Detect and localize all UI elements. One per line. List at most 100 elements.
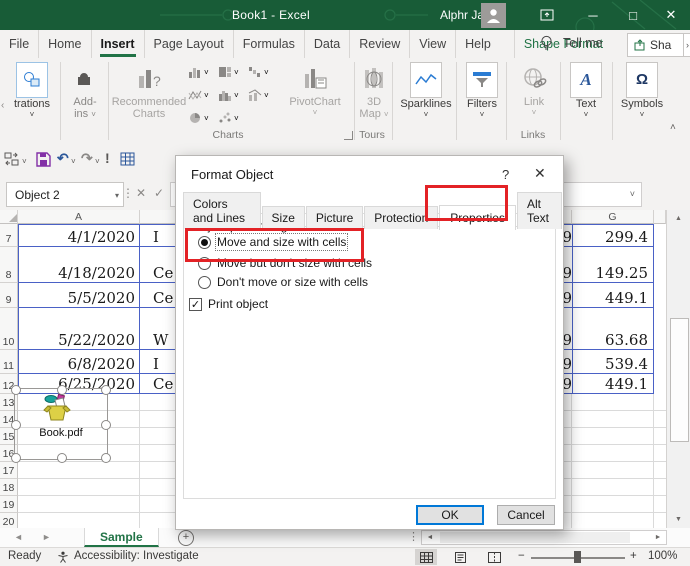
link-button[interactable]: Link ˅ [510,62,558,117]
pie-chart-type-button[interactable]: ˅ [188,112,209,124]
cell-g10[interactable]: 63.68 [572,308,654,350]
new-sheet-button[interactable]: + [178,530,194,546]
tab-page-layout[interactable]: Page Layout [144,30,233,58]
empty-cell[interactable] [18,496,140,513]
cell-g7[interactable]: 299.4 [572,224,654,247]
tab-help[interactable]: Help [455,30,500,58]
sparklines-button[interactable]: Sparklines ˅ [396,62,456,119]
formula-bar-expand-chevron[interactable]: ˅ [630,189,635,199]
zoom-slider-thumb[interactable] [574,551,581,563]
undo-button[interactable]: ↶ [57,150,69,167]
dialog-tab-properties[interactable]: Properties [439,205,516,230]
scatter-chart-type-button[interactable]: ˅ [218,112,239,124]
radio-move-but-dont-size-with-cells[interactable]: Move but don't size with cells [198,256,372,270]
zoom-level[interactable]: 100% [648,550,677,562]
row-header-11[interactable]: 11 [0,350,18,374]
cancel-entry-icon[interactable]: ✕ [136,186,146,200]
dialog-tab-alt-text[interactable]: Alt Text [517,192,562,229]
maximize-button[interactable]: □ [618,0,648,30]
hierarchy-chart-type-button[interactable]: ˅ [218,66,239,78]
column-header-h[interactable] [654,210,666,224]
tab-home[interactable]: Home [38,30,90,58]
tab-review[interactable]: Review [349,30,409,58]
empty-cell[interactable] [654,496,666,513]
add-ins-button[interactable]: Add- ins ˅ [63,62,107,120]
column-chart-type-button[interactable]: ˅ [188,66,209,78]
vertical-scrollbar[interactable]: ▲ ▼ [666,210,690,528]
zoom-out-button[interactable]: − [518,550,525,562]
vertical-scrollbar-thumb[interactable] [670,318,689,442]
cell-h12[interactable] [654,374,666,394]
waterfall-chart-type-button[interactable]: ˅ [248,66,269,78]
line-chart-type-button[interactable]: ˅ [188,89,209,101]
cell-h7[interactable] [654,224,666,247]
cell-g11[interactable]: 539.4 [572,350,654,374]
dialog-help-button[interactable]: ? [502,167,509,182]
formula-bar-splitter-icon[interactable]: ⋮ [122,186,134,200]
symbols-button[interactable]: Ω Symbols ˅ [616,62,668,119]
chevron-down-icon[interactable]: ˅ [22,157,27,166]
horizontal-scrollbar[interactable]: ◄ ► [421,530,667,545]
name-box[interactable]: Object 2 ▾ [6,182,124,207]
column-header-g[interactable]: G [572,210,654,224]
cell-h8[interactable] [654,247,666,283]
cell-a9[interactable]: 5/5/2020 [18,283,140,308]
avatar[interactable] [481,3,506,28]
text-button[interactable]: A Text ˅ [564,62,608,119]
previous-sheet-arrow[interactable]: ◄ [14,532,23,542]
select-all-corner[interactable] [0,210,18,224]
page-break-preview-button[interactable] [483,549,505,565]
collapse-ribbon-chevron[interactable]: ˄ [670,122,676,133]
resize-handle[interactable] [57,385,67,395]
dialog-tab-picture[interactable]: Picture [306,206,363,229]
scroll-left-arrow[interactable]: ◄ [422,531,438,544]
empty-cell[interactable] [572,411,654,428]
empty-cell[interactable] [572,496,654,513]
cell-g9[interactable]: 449.1 [572,283,654,308]
cell-a8[interactable]: 4/18/2020 [18,247,140,283]
tab-view[interactable]: View [409,30,455,58]
illustrations-button[interactable]: trations ˅ [6,62,58,119]
cell-a7[interactable]: 4/1/2020 [18,224,140,247]
next-sheet-arrow[interactable]: ► [42,532,51,542]
save-button[interactable] [36,152,51,170]
sheet-tab-sample[interactable]: Sample [84,528,159,547]
dialog-tab-size[interactable]: Size [262,206,305,229]
ribbon-display-options-button[interactable] [532,0,562,30]
row-header-7[interactable]: 7 [0,224,18,247]
cell-g8[interactable]: 149.25 [572,247,654,283]
filters-button[interactable]: Filters ˅ [459,62,505,119]
tab-formulas[interactable]: Formulas [233,30,304,58]
qat-customize-icon[interactable] [4,152,19,169]
scroll-right-arrow[interactable]: ► [650,531,666,544]
histogram-chart-type-button[interactable]: ˅ [218,89,239,101]
empty-cell[interactable] [654,428,666,445]
menubar-overflow-chevron[interactable]: › [683,33,690,57]
error-checking-icon[interactable]: ! [105,150,110,166]
resize-handle[interactable] [11,420,21,430]
cell-a11[interactable]: 6/8/2020 [18,350,140,374]
empty-cell[interactable] [572,394,654,411]
tab-insert[interactable]: Insert [91,30,144,58]
resize-handle[interactable] [11,385,21,395]
cancel-button[interactable]: Cancel [497,505,555,525]
empty-cell[interactable] [18,479,140,496]
empty-cell[interactable] [572,462,654,479]
minimize-button[interactable]: ─ [578,0,608,30]
empty-cell[interactable] [654,394,666,411]
row-header-10[interactable]: 10 [0,308,18,350]
zoom-in-button[interactable]: + [630,550,637,562]
recommended-charts-button[interactable]: ? RecommendedCharts [116,62,182,120]
tab-file[interactable]: File [0,30,38,58]
row-header-8[interactable]: 8 [0,247,18,283]
row-header-17[interactable]: 17 [0,462,18,479]
row-header-9[interactable]: 9 [0,283,18,308]
empty-cell[interactable] [572,479,654,496]
empty-cell[interactable] [18,462,140,479]
horizontal-scrollbar-thumb[interactable] [440,532,630,543]
tell-me-box[interactable]: Tell me [563,36,603,50]
scroll-down-arrow[interactable]: ▼ [667,511,690,528]
empty-cell[interactable] [654,462,666,479]
3d-map-button[interactable]: 3D Map ˅ [356,62,392,120]
share-button[interactable]: Sha [627,33,690,57]
